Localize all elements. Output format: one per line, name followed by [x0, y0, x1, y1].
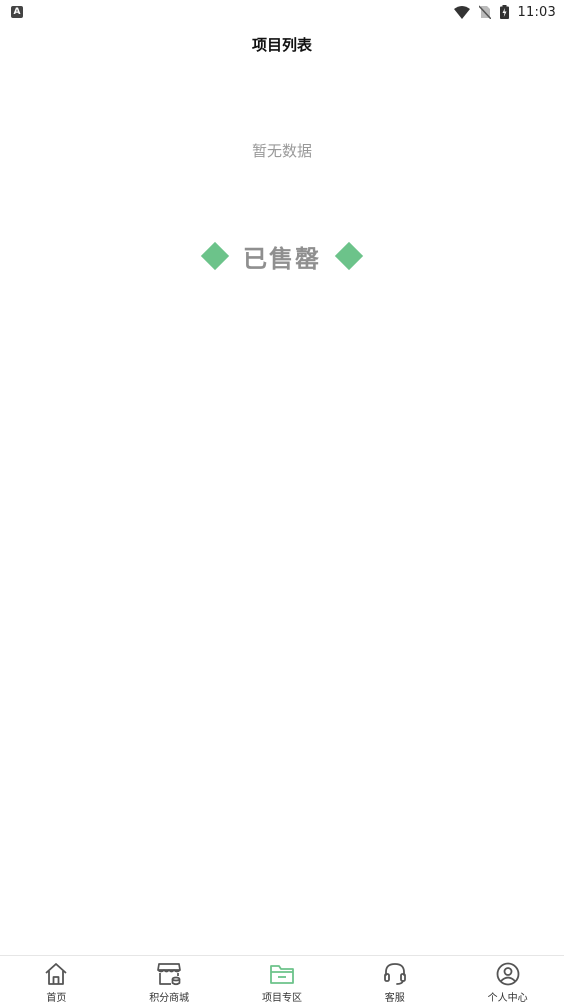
- tab-customer-service[interactable]: 客服: [338, 956, 451, 1002]
- battery-charging-icon: [499, 5, 509, 19]
- sold-out-text: 已售罄: [243, 244, 321, 273]
- tab-label: 个人中心: [487, 993, 528, 1002]
- empty-state-message: 暂无数据: [251, 142, 312, 160]
- store-icon: [156, 962, 182, 986]
- app-notification-icon: A: [11, 6, 23, 18]
- tab-points-mall[interactable]: 积分商城: [113, 956, 226, 1002]
- status-left: A: [11, 6, 23, 18]
- tab-projects[interactable]: 项目专区: [226, 956, 339, 1002]
- sold-out-banner: 已售罄: [0, 238, 564, 274]
- page-header: 项目列表: [0, 30, 564, 58]
- bottom-tab-bar: 首页 积分商城 项目专区 客服 个人中心: [0, 955, 564, 1002]
- page-title: 项目列表: [251, 35, 312, 54]
- headset-icon: [382, 962, 408, 986]
- tab-label: 首页: [46, 993, 67, 1002]
- diamond-left-icon: [200, 241, 230, 271]
- no-sim-icon: [478, 5, 491, 19]
- tab-home[interactable]: 首页: [0, 956, 113, 1002]
- tab-label: 项目专区: [261, 993, 302, 1002]
- diamond-right-icon: [334, 241, 364, 271]
- wifi-icon: [453, 5, 470, 19]
- status-right: 11:03: [453, 4, 556, 20]
- folder-icon: [269, 962, 295, 986]
- app-screen: A 11:03 项目列表 暂无数据 已售罄 首页 积分商城 项目专区 客服 个人…: [0, 0, 564, 1002]
- status-clock: 11:03: [517, 4, 556, 20]
- status-bar: A 11:03: [0, 0, 564, 24]
- tab-label: 积分商城: [149, 993, 190, 1002]
- user-icon: [495, 962, 521, 986]
- home-icon: [43, 962, 69, 986]
- tab-label: 客服: [384, 993, 405, 1002]
- tab-profile[interactable]: 个人中心: [451, 956, 564, 1002]
